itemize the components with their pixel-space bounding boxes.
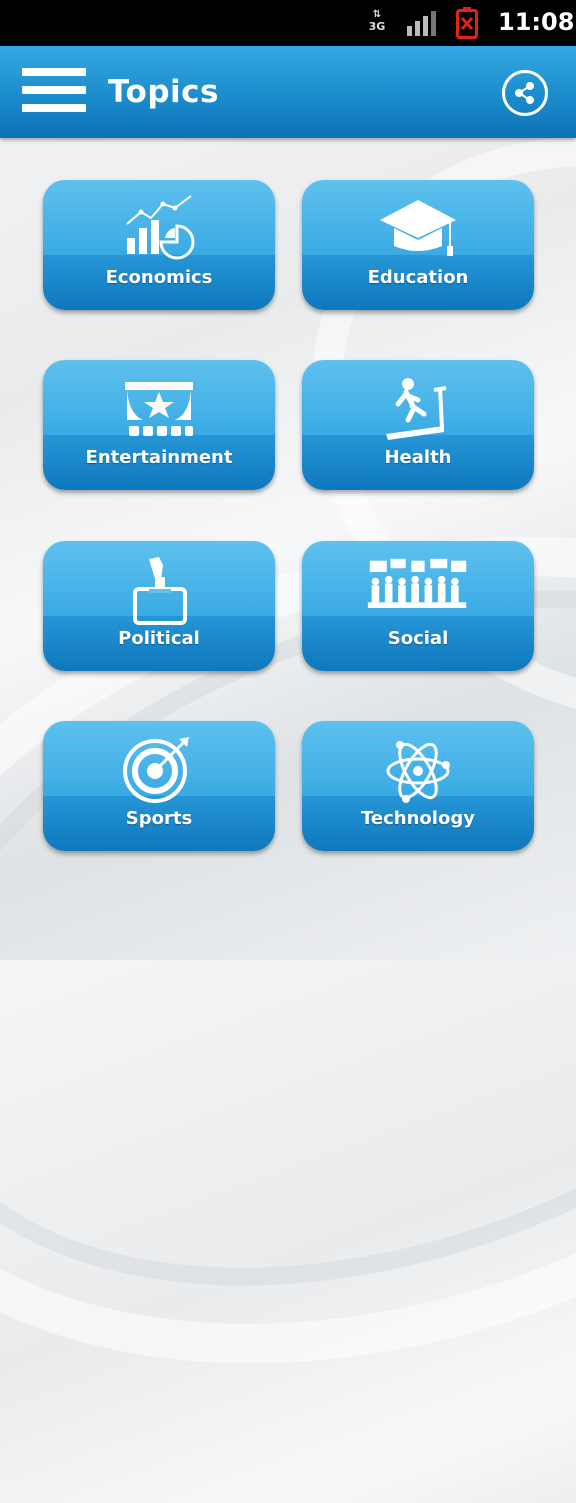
topic-tile-education[interactable]: Education — [302, 180, 534, 310]
topic-tile-economics[interactable]: Economics — [43, 180, 275, 310]
chart-icon — [126, 195, 195, 260]
signal-bars-icon — [407, 11, 436, 36]
topic-tile-entertainment[interactable]: Entertainment — [43, 360, 275, 490]
graduation-cap-icon — [380, 200, 456, 256]
topic-label: Education — [367, 267, 469, 288]
topic-tile-health[interactable]: Health — [302, 360, 534, 490]
page-title: Topics — [108, 74, 219, 110]
theater-icon — [125, 382, 193, 436]
topic-label: Political — [118, 628, 200, 649]
target-icon — [123, 737, 189, 803]
topic-tile-political[interactable]: Political — [43, 541, 275, 671]
hamburger-menu-icon[interactable] — [22, 68, 86, 120]
app-header: Topics — [0, 46, 576, 138]
crowd-icon — [367, 558, 467, 608]
share-icon[interactable] — [502, 70, 548, 116]
ballot-box-icon — [133, 557, 187, 625]
topic-label: Sports — [125, 808, 193, 829]
network-type: 3G — [368, 20, 386, 33]
topic-label: Health — [384, 447, 452, 468]
topic-tile-social[interactable]: Social — [302, 541, 534, 671]
topic-tile-sports[interactable]: Sports — [43, 721, 275, 851]
battery-alert-icon — [456, 7, 478, 39]
topic-label: Social — [387, 628, 449, 649]
topic-label: Economics — [105, 267, 213, 288]
topic-tile-technology[interactable]: Technology — [302, 721, 534, 851]
atom-icon — [386, 741, 450, 803]
topic-label: Technology — [361, 808, 475, 829]
data-arrows-icon: ⇅ 3G — [368, 9, 386, 33]
status-bar: ⇅ 3G 11:08 — [0, 0, 576, 46]
clock: 11:08 — [498, 8, 575, 36]
topic-label: Entertainment — [85, 447, 233, 468]
treadmill-icon — [386, 378, 447, 440]
